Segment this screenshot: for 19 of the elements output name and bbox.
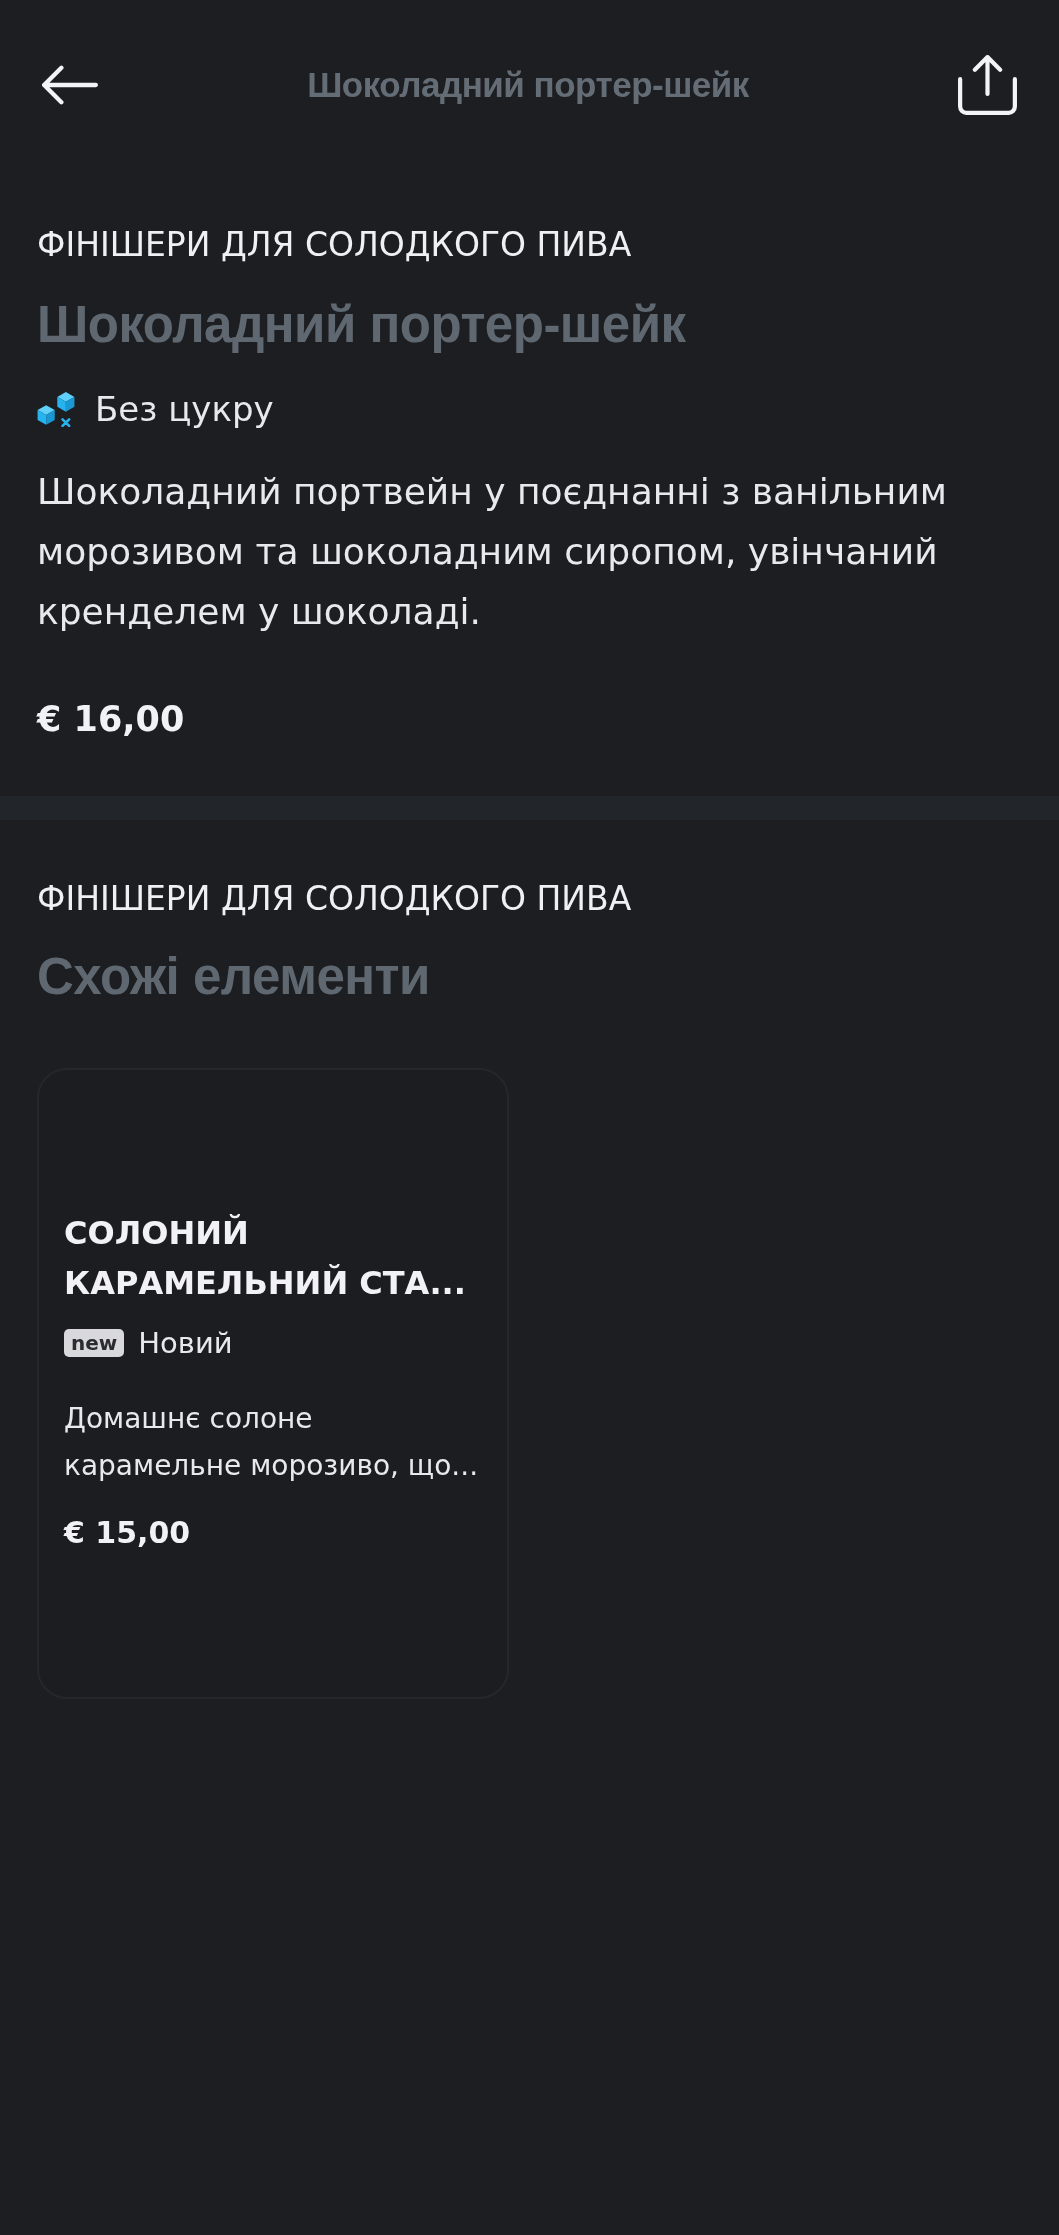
card-price: € 15,00 [64, 1514, 191, 1552]
category-label: ФІНІШЕРИ ДЛЯ СОЛОДКОГО ПИВА [37, 879, 632, 919]
product-name: Шоколадний портер-шейк [37, 295, 686, 355]
back-button[interactable] [42, 65, 98, 105]
card-title: СОЛОНИЙ КАРАМЕЛЬНИЙ СТА... [64, 1213, 467, 1304]
section-title: Схожі елементи [37, 947, 430, 1007]
new-label: Новий [138, 1325, 233, 1362]
product-card[interactable]: СОЛОНИЙ КАРАМЕЛЬНИЙ СТА... new Новий Домашнє солоне карамельне морозиво, що... € 15,00 [37, 1068, 509, 1699]
sugar-cubes-icon [37, 391, 75, 427]
share-icon [958, 55, 1017, 115]
share-button[interactable] [958, 55, 1017, 115]
back-arrow-icon [42, 65, 98, 105]
dietary-label: Без цукру [95, 388, 274, 431]
new-tag: new [64, 1329, 125, 1357]
product-price: € 16,00 [37, 698, 185, 741]
category-label: ФІНІШЕРИ ДЛЯ СОЛОДКОГО ПИВА [37, 225, 632, 265]
card-description: Домашнє солоне карамельне морозиво, що... [64, 1401, 480, 1484]
page-title: Шоколадний портер-шейк [307, 64, 749, 106]
product-description: Шоколадний портвейн у поєднанні з ванільним морозивом та шоколадним сиропом, увінчаний кренделем у шоколаді. [37, 470, 948, 634]
